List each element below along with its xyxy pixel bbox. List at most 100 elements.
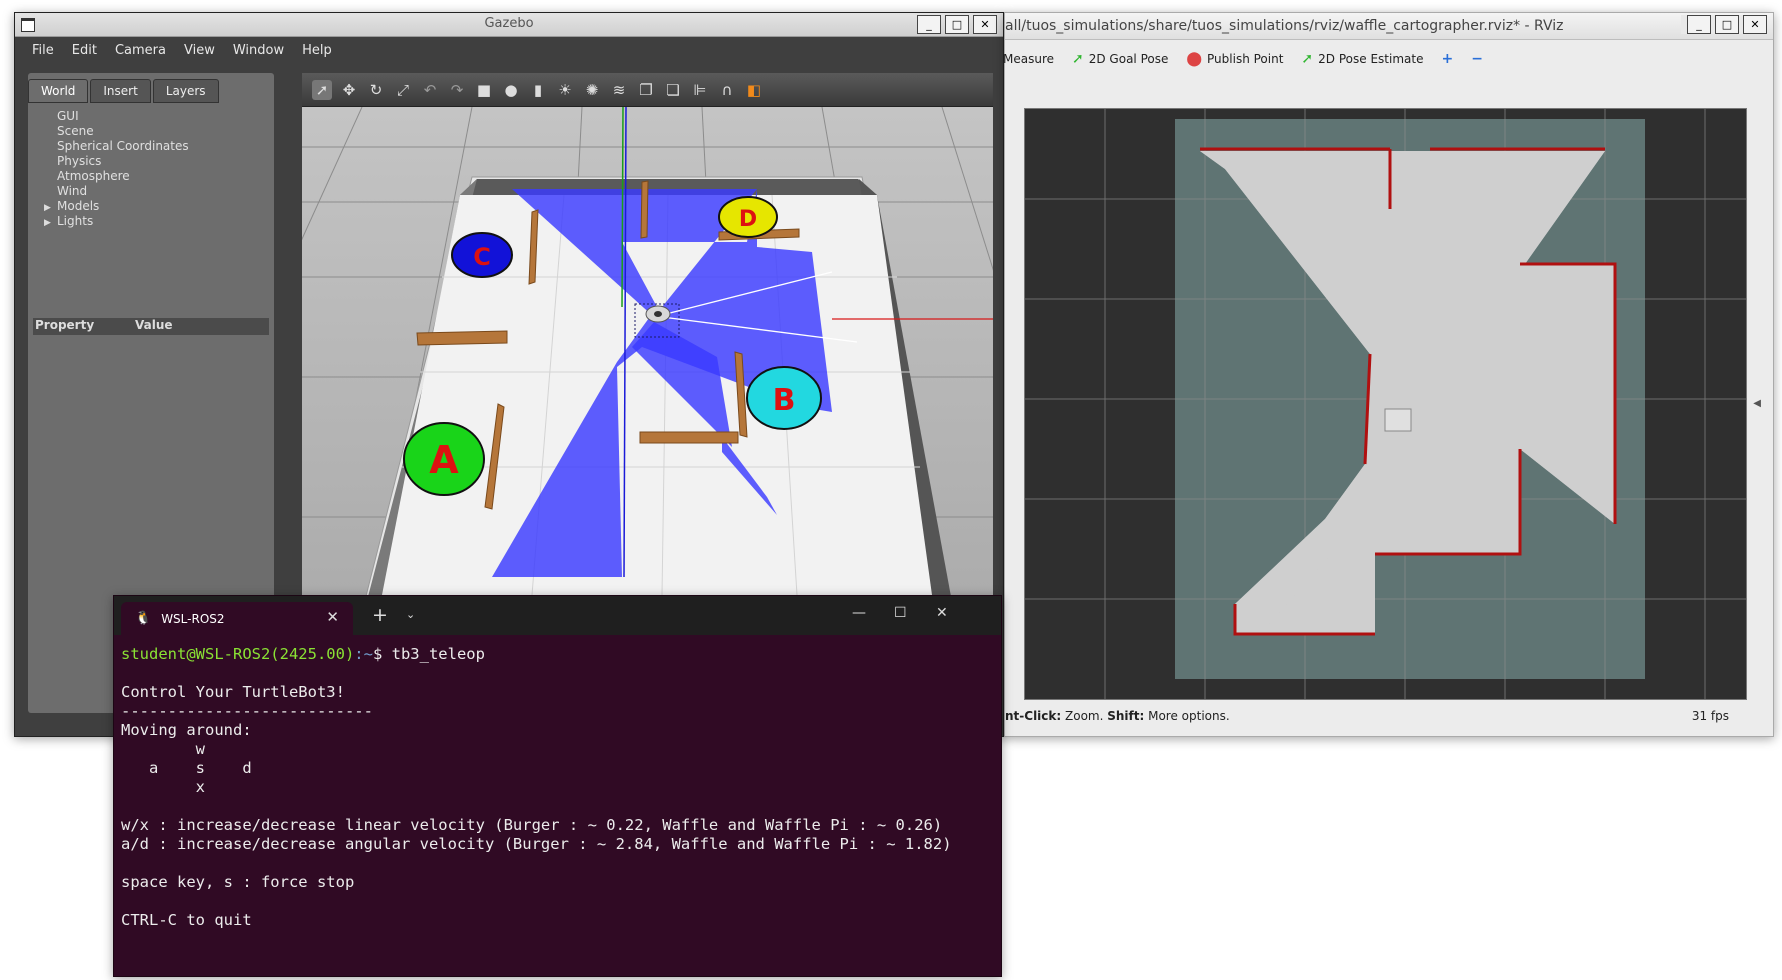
terminal-output[interactable]: student@WSL-ROS2(2425.00):~$ tb3_teleop … <box>114 635 1001 940</box>
snap-icon[interactable]: ∩ <box>717 80 737 100</box>
remove-tool-button[interactable]: − <box>1471 51 1483 67</box>
tree-item-atmosphere[interactable]: Atmosphere <box>40 169 274 184</box>
paste-icon[interactable]: ❏ <box>663 80 683 100</box>
terminal-window: 🐧 WSL-ROS2 ✕ + ⌄ — ☐ ✕ student@WSL-ROS2(… <box>113 595 1002 977</box>
tool-publish-point[interactable]: ⬤ Publish Point <box>1186 51 1283 67</box>
value-column-header: Value <box>135 318 173 332</box>
terminal-lines: Control Your TurtleBot3! ----------------… <box>121 664 994 930</box>
marker-b: B <box>746 366 822 430</box>
svg-text:A: A <box>429 438 459 482</box>
gazebo-title: Gazebo <box>484 16 534 31</box>
gazebo-titlebar[interactable]: Gazebo _ □ ✕ <box>15 13 1003 37</box>
plus-icon: + <box>1441 51 1454 67</box>
maximize-button[interactable]: □ <box>1715 15 1739 34</box>
gazebo-scene: C D B A <box>101 106 1123 680</box>
menu-view[interactable]: View <box>175 43 224 58</box>
new-tab-icon[interactable]: + <box>372 604 388 626</box>
terminal-line: a s d <box>121 759 252 777</box>
linux-penguin-icon: 🐧 <box>135 611 152 626</box>
align-icon[interactable]: ⊫ <box>690 80 710 100</box>
sphere-shape-icon[interactable]: ● <box>501 80 521 100</box>
cylinder-shape-icon[interactable]: ▮ <box>528 80 548 100</box>
terminal-line: Moving around: <box>121 721 252 739</box>
menu-edit[interactable]: Edit <box>63 43 106 58</box>
rviz-title: all/tuos_simulations/share/tuos_simulati… <box>1005 18 1564 34</box>
redo-icon[interactable]: ↷ <box>447 80 467 100</box>
maximize-button[interactable]: ☐ <box>894 605 907 621</box>
rotate-mode-icon[interactable]: ↻ <box>366 80 386 100</box>
command-text: $ tb3_teleop <box>372 645 485 663</box>
view-angle-icon[interactable]: ◧ <box>744 80 764 100</box>
close-button[interactable]: ✕ <box>1743 15 1767 34</box>
gazebo-3d-viewport[interactable]: ➚ ✥ ↻ ⤢ ↶ ↷ ■ ● ▮ ☀ ✺ ≋ ❐ ❏ ⊫ ∩ ◧ C D B … <box>101 73 1123 680</box>
property-column-header: Property <box>35 318 95 332</box>
undo-icon[interactable]: ↶ <box>420 80 440 100</box>
directional-light-icon[interactable]: ≋ <box>609 80 629 100</box>
gazebo-toolbar: ➚ ✥ ↻ ⤢ ↶ ↷ ■ ● ▮ ☀ ✺ ≋ ❐ ❏ ⊫ ∩ ◧ <box>302 73 993 107</box>
close-tab-icon[interactable]: ✕ <box>326 608 339 626</box>
world-tree: GUI Scene Spherical Coordinates Physics … <box>28 103 274 229</box>
minimize-button[interactable]: — <box>852 605 866 621</box>
robot-footprint[interactable] <box>1384 408 1412 432</box>
terminal-line: w/x : increase/decrease linear velocity … <box>121 816 943 834</box>
tree-item-wind[interactable]: Wind <box>40 184 274 199</box>
copy-icon[interactable]: ❐ <box>636 80 656 100</box>
svg-text:B: B <box>773 383 796 418</box>
map-pin-icon: ⬤ <box>1186 51 1203 67</box>
terminal-line: w <box>121 740 205 758</box>
marker-a: A <box>403 422 485 496</box>
collapse-arrow-icon[interactable]: ◀ <box>1753 398 1761 409</box>
terminal-line: x <box>121 778 205 796</box>
tree-item-gui[interactable]: GUI <box>40 109 274 124</box>
add-tool-button[interactable]: + <box>1441 51 1453 67</box>
tree-item-spherical-coordinates[interactable]: Spherical Coordinates <box>40 139 274 154</box>
select-mode-icon[interactable]: ➚ <box>312 79 332 100</box>
terminal-line: CTRL-C to quit <box>121 911 252 929</box>
tool-2d-pose-estimate[interactable]: ➚ 2D Pose Estimate <box>1301 51 1423 67</box>
chevron-down-icon[interactable]: ⌄ <box>406 608 415 621</box>
svg-text:D: D <box>739 207 757 232</box>
tab-world[interactable]: World <box>28 79 89 103</box>
tree-item-lights[interactable]: ▶ Lights <box>40 214 274 229</box>
rviz-status-bar: nt-Click: Zoom. Shift: More options. 31 … <box>1005 709 1773 727</box>
minimize-button[interactable]: _ <box>917 15 941 34</box>
menu-camera[interactable]: Camera <box>106 43 175 58</box>
terminal-titlebar[interactable]: 🐧 WSL-ROS2 ✕ + ⌄ — ☐ ✕ <box>114 596 1001 635</box>
tab-layers[interactable]: Layers <box>152 79 219 103</box>
point-light-icon[interactable]: ☀ <box>555 80 575 100</box>
minus-icon: − <box>1471 51 1483 67</box>
property-table-header: Property Value <box>33 318 269 335</box>
translate-mode-icon[interactable]: ✥ <box>339 80 359 100</box>
close-button[interactable]: ✕ <box>973 15 997 34</box>
expand-arrow-icon[interactable]: ▶ <box>44 216 51 231</box>
rviz-window: all/tuos_simulations/share/tuos_simulati… <box>1003 12 1774 737</box>
terminal-line: Control Your TurtleBot3! <box>121 683 345 701</box>
gazebo-menubar: File Edit Camera View Window Help <box>15 37 1003 63</box>
tab-insert[interactable]: Insert <box>90 79 151 103</box>
terminal-tab[interactable]: 🐧 WSL-ROS2 ✕ <box>121 602 353 635</box>
green-arrow-icon: ➚ <box>1301 51 1314 67</box>
box-shape-icon[interactable]: ■ <box>474 80 494 100</box>
rviz-toolbar: Measure ➚ 2D Goal Pose ⬤ Publish Point ➚… <box>1003 40 1773 78</box>
terminal-line: --------------------------- <box>121 702 373 720</box>
minimize-button[interactable]: _ <box>1687 15 1711 34</box>
terminal-line: a/d : increase/decrease angular velocity… <box>121 835 952 853</box>
tree-item-models[interactable]: ▶ Models <box>40 199 274 214</box>
maximize-button[interactable]: □ <box>945 15 969 34</box>
tree-item-scene[interactable]: Scene <box>40 124 274 139</box>
marker-d: D <box>718 196 778 238</box>
tool-2d-goal-pose[interactable]: ➚ 2D Goal Pose <box>1072 51 1168 67</box>
rviz-titlebar[interactable]: all/tuos_simulations/share/tuos_simulati… <box>1005 13 1773 40</box>
tool-measure[interactable]: Measure <box>1003 52 1054 66</box>
close-button[interactable]: ✕ <box>936 605 948 621</box>
rviz-3d-view[interactable] <box>1024 108 1747 700</box>
menu-window[interactable]: Window <box>224 43 293 58</box>
menu-file[interactable]: File <box>23 43 63 58</box>
status-hint: nt-Click: Zoom. Shift: More options. <box>1005 709 1230 723</box>
menu-help[interactable]: Help <box>293 43 341 58</box>
scale-mode-icon[interactable]: ⤢ <box>393 80 413 100</box>
tree-item-physics[interactable]: Physics <box>40 154 274 169</box>
spot-light-icon[interactable]: ✺ <box>582 80 602 100</box>
